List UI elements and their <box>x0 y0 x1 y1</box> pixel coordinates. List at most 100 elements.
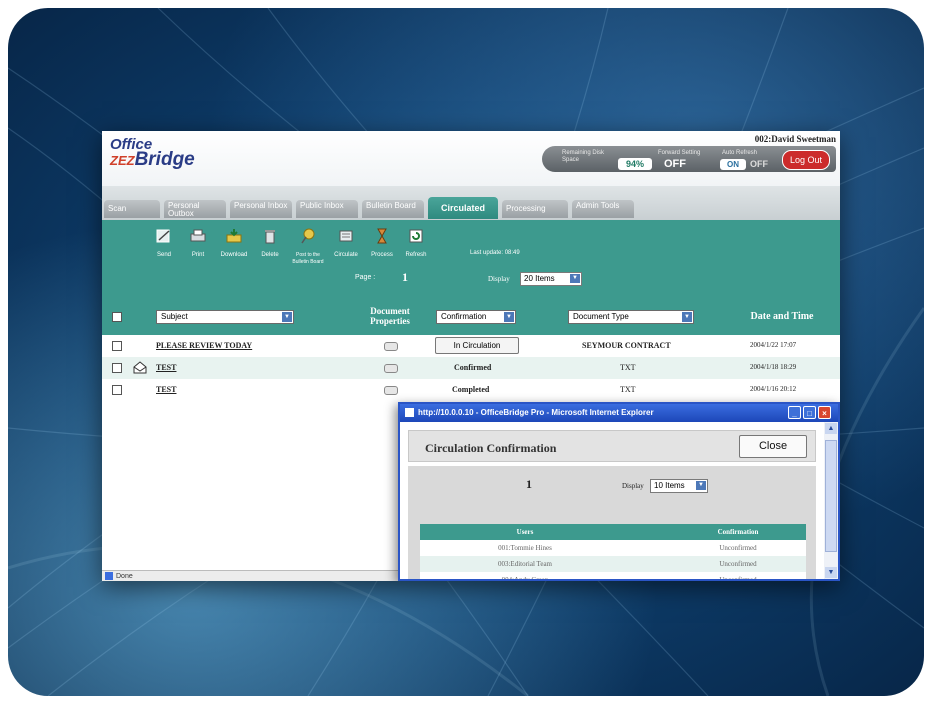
tab-strip: Scan Personal Outbox Personal Inbox Publ… <box>102 186 840 220</box>
remaining-label: Remaining Disk Space <box>562 150 605 163</box>
logout-button[interactable]: Log Out <box>782 150 830 170</box>
date-time: 2004/1/22 17:07 <box>750 341 797 349</box>
table-row[interactable]: TEST Confirmed TXT 2004/1/18 18:29 <box>102 357 840 379</box>
tab-scan[interactable]: Scan <box>104 200 160 218</box>
popup-scrollbar[interactable]: ▲ ▼ <box>824 422 838 579</box>
remaining-value: 94% <box>618 158 652 170</box>
close-button[interactable]: Close <box>739 435 807 458</box>
row-checkbox[interactable] <box>112 341 122 351</box>
popup-list-panel: 1 Display 10 Items ▼ Users Confirmation 0… <box>408 466 816 579</box>
refresh-icon <box>409 229 423 243</box>
document-properties-icon[interactable] <box>384 364 398 373</box>
popup-page-number: 1 <box>526 477 532 491</box>
document-type: TXT <box>620 363 636 372</box>
printer-icon <box>190 229 206 242</box>
confirmation-table-header: Users Confirmation <box>420 524 806 540</box>
pushpin-icon <box>301 228 315 244</box>
circulate-button[interactable]: Circulate <box>326 228 366 259</box>
select-all-checkbox[interactable] <box>112 312 122 322</box>
tab-bulletin-board[interactable]: Bulletin Board <box>362 200 424 218</box>
last-update-text: Last update: 08:49 <box>470 250 520 256</box>
status-panel: Remaining Disk Space 94% Forward Setting… <box>542 146 836 172</box>
refresh-button[interactable]: Refresh <box>396 228 436 259</box>
page-number: 1 <box>402 270 408 284</box>
table-row: 004:Andy Green Unconfirmed <box>420 572 806 579</box>
popup-display-select[interactable]: 10 Items ▼ <box>650 479 708 493</box>
trash-icon <box>265 230 275 244</box>
popup-display-label: Display <box>622 482 644 490</box>
chevron-down-icon: ▼ <box>696 481 706 490</box>
confirmation-table: Users Confirmation 001:Tommie Hines Unco… <box>420 524 806 579</box>
document-type: SEYMOUR CONTRACT <box>582 341 671 350</box>
document-type-filter-select[interactable]: Document Type ▼ <box>568 310 694 324</box>
hourglass-icon <box>377 228 387 244</box>
document-properties-icon[interactable] <box>384 386 398 395</box>
table-row[interactable]: TEST Completed TXT 2004/1/16 20:12 <box>102 379 840 401</box>
tab-personal-inbox[interactable]: Personal Inbox <box>230 200 292 218</box>
row-checkbox[interactable] <box>112 363 122 373</box>
date-time-header: Date and Time <box>750 311 814 322</box>
popup-heading-bar: Circulation Confirmation Close <box>408 430 816 462</box>
background-frame: Office ZEZBridge 002:David Sweetman Rema… <box>8 8 924 696</box>
circulate-icon <box>339 230 353 242</box>
minimize-button[interactable]: _ <box>788 406 801 419</box>
subject-link[interactable]: TEST <box>156 363 176 372</box>
table-header: Subject ▼ Document Properties Confirmatio… <box>102 298 840 335</box>
scroll-up-icon[interactable]: ▲ <box>825 423 837 434</box>
subject-link[interactable]: PLEASE REVIEW TODAY <box>156 341 252 350</box>
chevron-down-icon: ▼ <box>504 312 514 322</box>
date-time: 2004/1/16 20:12 <box>750 385 797 393</box>
popup-heading: Circulation Confirmation <box>425 441 557 455</box>
popup-content: Circulation Confirmation Close 1 Display… <box>400 422 824 579</box>
send-icon <box>156 229 170 243</box>
confirmation-status: Completed <box>452 385 490 394</box>
post-to-bulletin-button[interactable]: Post to the Bulletin Board <box>288 228 328 266</box>
in-circulation-button[interactable]: In Circulation <box>435 337 519 354</box>
document-properties-header: Document Properties <box>370 306 410 326</box>
date-time: 2004/1/18 18:29 <box>750 363 797 371</box>
forward-value[interactable]: OFF <box>664 158 686 170</box>
close-window-button[interactable]: × <box>818 406 831 419</box>
auto-refresh-on[interactable]: ON <box>720 159 746 170</box>
tab-processing[interactable]: Processing <box>502 200 568 218</box>
tab-admin-tools[interactable]: Admin Tools <box>572 200 634 218</box>
row-checkbox[interactable] <box>112 385 122 395</box>
chevron-down-icon: ▼ <box>282 312 292 322</box>
ie-page-icon <box>105 572 113 581</box>
scroll-down-icon[interactable]: ▼ <box>825 567 837 578</box>
envelope-open-icon <box>133 361 147 374</box>
tab-public-inbox[interactable]: Public Inbox <box>296 200 358 218</box>
delete-button[interactable]: Delete <box>250 228 290 259</box>
confirmation-status: Confirmed <box>454 363 492 372</box>
chevron-down-icon: ▼ <box>682 312 692 322</box>
page-label: Page : <box>355 274 376 281</box>
confirmation-filter-select[interactable]: Confirmation ▼ <box>436 310 516 324</box>
scroll-thumb[interactable] <box>825 440 837 552</box>
download-icon <box>226 229 242 243</box>
tab-personal-outbox[interactable]: Personal Outbox <box>164 200 226 218</box>
subject-filter-select[interactable]: Subject ▼ <box>156 310 294 324</box>
display-count-select[interactable]: 20 Items ▼ <box>520 272 582 286</box>
display-label: Display <box>488 275 510 283</box>
auto-refresh-off[interactable]: OFF <box>750 159 768 169</box>
ie-icon <box>405 408 414 418</box>
popup-title-bar: http://10.0.0.10 - OfficeBridge Pro - Mi… <box>400 404 838 422</box>
document-type: TXT <box>620 385 636 394</box>
table-row: 001:Tommie Hines Unconfirmed <box>420 540 806 556</box>
maximize-button[interactable]: □ <box>803 406 816 419</box>
table-row[interactable]: PLEASE REVIEW TODAY In Circulation SEYMO… <box>102 335 840 357</box>
print-button[interactable]: Print <box>178 228 218 259</box>
subject-link[interactable]: TEST <box>156 385 176 394</box>
app-window: Office ZEZBridge 002:David Sweetman Rema… <box>102 131 840 581</box>
officebridge-logo: Office ZEZBridge <box>110 136 195 170</box>
action-toolbar: Send Print Download Delete Post to the B… <box>102 220 840 298</box>
chevron-down-icon: ▼ <box>570 274 580 283</box>
table-row: 003:Editorial Team Unconfirmed <box>420 556 806 572</box>
auto-refresh-label: Auto Refresh <box>722 150 758 156</box>
forward-label: Forward Setting <box>658 150 701 156</box>
user-name: 002:David Sweetman <box>754 134 836 144</box>
document-properties-icon[interactable] <box>384 342 398 351</box>
tab-circulated[interactable]: Circulated <box>428 197 498 219</box>
download-button[interactable]: Download <box>214 228 254 259</box>
app-header: Office ZEZBridge 002:David Sweetman Rema… <box>102 131 840 186</box>
